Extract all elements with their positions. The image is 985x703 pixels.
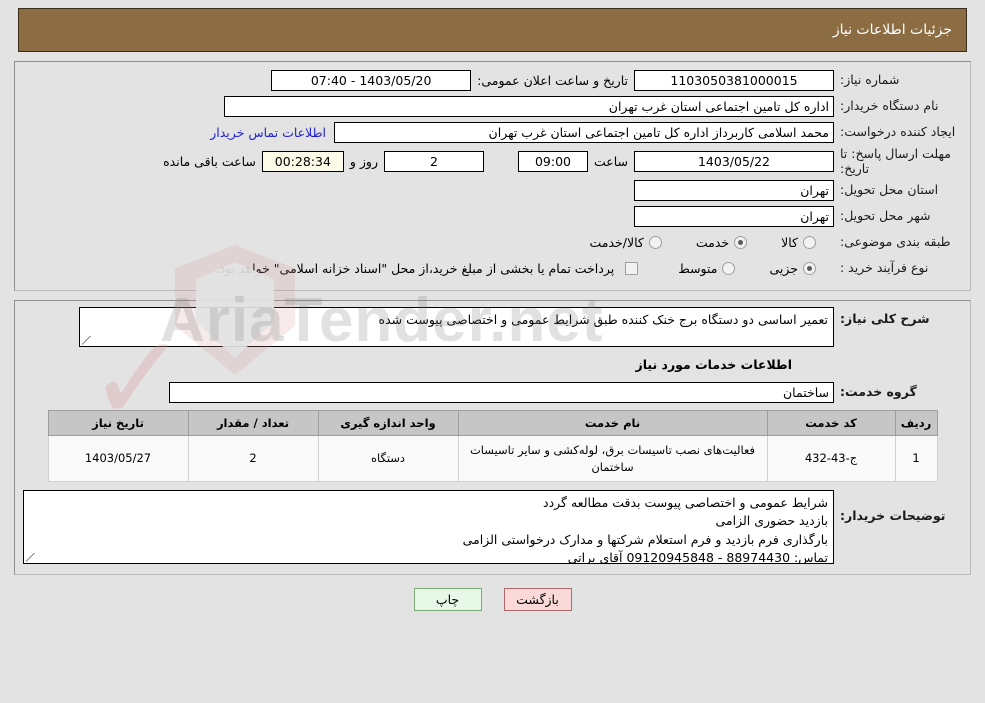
header-region: جزئیات اطلاعات نیاز <box>0 0 985 52</box>
deadline-hour-label: ساعت <box>593 153 628 169</box>
radio-category-2-label: کالا/خدمت <box>589 234 644 250</box>
back-button[interactable]: بازگشت <box>503 588 572 612</box>
radio-category-1[interactable] <box>734 235 748 249</box>
announce-value: 1403/05/20 - 07:40 <box>271 69 472 91</box>
buyer-note-line-0: شرایط عمومی و اختصاصی پیوست بدقت مطالعه … <box>543 495 828 511</box>
cell-date: 1403/05/27 <box>47 434 189 483</box>
province-label: استان محل تحویل: <box>840 182 939 198</box>
treasury-note-label: پرداخت تمام یا بخشی از مبلغ خرید،از محل … <box>215 260 615 276</box>
radio-process-1[interactable] <box>722 261 736 275</box>
deadline-label: مهلت ارسال پاسخ: تا تاریخ: <box>840 146 951 176</box>
need-number-value: 1103050381000015 <box>634 69 834 91</box>
announce-label: تاریخ و ساعت اعلان عمومی: <box>477 72 628 88</box>
buyer-notes-textarea[interactable]: شرایط عمومی و اختصاصی پیوست بدقت مطالعه … <box>23 490 834 565</box>
need-info-panel: شماره نیاز: 1103050381000015 تاریخ و ساع… <box>14 61 971 291</box>
tender-details-page: ✓ AriaTender.net جزئیات اطلاعات نیاز شما… <box>0 0 985 703</box>
cell-index: 1 <box>894 434 938 483</box>
th-code: کد خدمت <box>766 410 896 436</box>
description-label: شرح کلی نیاز: <box>840 311 930 326</box>
row-province: استان محل تحویل: تهران <box>23 178 962 202</box>
action-button-bar: بازگشت چاپ <box>0 588 985 612</box>
page-header-bar: جزئیات اطلاعات نیاز <box>18 8 967 52</box>
row-buyer-notes: توضیحات خریدار: شرایط عمومی و اختصاصی پی… <box>23 490 962 565</box>
cell-name: فعالیت‌های نصب تاسیسات برق، لوله‌کشی و س… <box>457 434 768 483</box>
process-label: نوع فرآیند خرید : <box>840 260 929 276</box>
cell-code: ج-43-432 <box>766 434 896 483</box>
deadline-date-value: 1403/05/22 <box>634 150 834 172</box>
city-label: شهر محل تحویل: <box>840 208 931 224</box>
remaining-suffix-label: ساعت باقی مانده <box>163 153 256 169</box>
services-table: ردیف کد خدمت نام خدمت واحد اندازه گیری ت… <box>47 410 938 483</box>
row-description: شرح کلی نیاز: تعمیر اساسی دو دستگاه برج … <box>23 307 962 347</box>
service-group-value: ساختمان <box>169 381 834 403</box>
buyer-notes-label: توضیحات خریدار: <box>840 508 946 524</box>
th-index: ردیف <box>894 410 938 436</box>
row-city: شهر محل تحویل: تهران <box>23 204 962 228</box>
buyer-org-value: اداره کل تامین اجتماعی استان غرب تهران <box>224 95 834 117</box>
page-title: جزئیات اطلاعات نیاز <box>832 22 952 38</box>
th-date: تاریخ نیاز <box>47 410 189 436</box>
table-header-row: ردیف کد خدمت نام خدمت واحد اندازه گیری ت… <box>47 410 938 436</box>
services-section-title: اطلاعات خدمات مورد نیاز <box>635 357 793 372</box>
deadline-time-value: 09:00 <box>517 150 588 172</box>
row-creator: ایجاد کننده درخواست: محمد اسلامی کاربردا… <box>23 120 962 144</box>
buyer-note-line-1: بازدید حضوری الزامی <box>715 513 829 529</box>
radio-category-0-label: کالا <box>781 234 798 250</box>
buyer-org-label: نام دستگاه خریدار: <box>840 98 939 114</box>
buyer-contact-link[interactable]: اطلاعات تماس خریدار <box>202 125 334 140</box>
items-table-wrap: ردیف کد خدمت نام خدمت واحد اندازه گیری ت… <box>37 410 948 483</box>
radio-process-0-label: جزیی <box>769 260 798 276</box>
category-label: طبقه بندی موضوعی: <box>840 234 951 250</box>
city-value: تهران <box>634 205 834 227</box>
cell-unit: دستگاه <box>317 434 459 483</box>
need-number-label: شماره نیاز: <box>840 72 900 88</box>
th-unit: واحد اندازه گیری <box>317 410 459 436</box>
table-row: 1 ج-43-432 فعالیت‌های نصب تاسیسات برق، ل… <box>47 434 938 483</box>
row-category: طبقه بندی موضوعی: کالا خدمت کالا/خدمت <box>23 230 962 254</box>
radio-category-0[interactable] <box>803 235 816 249</box>
radio-category-1-label: خدمت <box>695 234 730 250</box>
remaining-days-value: 2 <box>383 150 484 172</box>
buyer-note-line-2: بارگذاری فرم بازدید و فرم استعلام شرکتها… <box>462 531 828 547</box>
treasury-checkbox[interactable] <box>625 261 639 275</box>
radio-category-2[interactable] <box>648 235 662 249</box>
th-qty: تعداد / مقدار <box>187 410 319 436</box>
row-need-number: شماره نیاز: 1103050381000015 تاریخ و ساع… <box>23 68 962 92</box>
province-value: تهران <box>634 179 834 201</box>
th-name: نام خدمت <box>457 410 768 436</box>
row-deadline: مهلت ارسال پاسخ: تا تاریخ: 1403/05/22 سا… <box>23 146 962 176</box>
description-textarea[interactable]: تعمیر اساسی دو دستگاه برج خنک کننده طبق … <box>79 307 834 347</box>
row-process-type: نوع فرآیند خرید : جزیی متوسط پرداخت تمام… <box>23 256 962 280</box>
row-buyer-org: نام دستگاه خریدار: اداره کل تامین اجتماع… <box>23 94 962 118</box>
creator-label: ایجاد کننده درخواست: <box>840 124 956 140</box>
process-radio-group: جزیی متوسط <box>678 261 834 276</box>
print-button[interactable]: چاپ <box>413 588 482 612</box>
cell-qty: 2 <box>187 434 319 483</box>
description-panel: شرح کلی نیاز: تعمیر اساسی دو دستگاه برج … <box>14 300 971 576</box>
remaining-days-label: روز و <box>349 153 378 169</box>
service-group-label: گروه خدمت: <box>840 384 917 400</box>
buyer-note-line-3: تماس: 88974430 - 09120945848 آقای براتی <box>567 549 828 565</box>
row-service-group: گروه خدمت: ساختمان <box>23 380 962 404</box>
category-radio-group: کالا خدمت کالا/خدمت <box>589 235 834 250</box>
radio-process-0[interactable] <box>803 261 816 275</box>
radio-process-1-label: متوسط <box>678 260 718 276</box>
remaining-countdown-timer: 00:28:34 <box>261 150 344 172</box>
creator-value: محمد اسلامی کاربرداز اداره کل تامین اجتم… <box>334 121 834 143</box>
